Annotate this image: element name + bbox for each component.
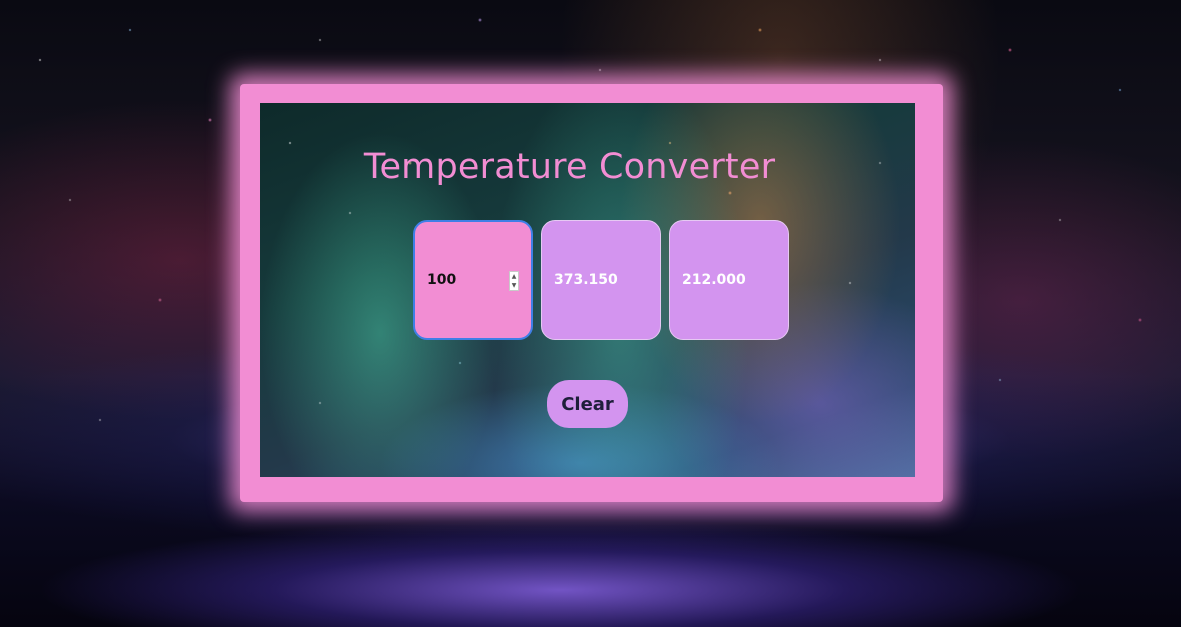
number-spinner[interactable]: ▲ ▼ <box>509 271 519 291</box>
fahrenheit-output[interactable] <box>670 221 788 339</box>
fahrenheit-output-box[interactable] <box>669 220 789 340</box>
clear-button[interactable]: Clear <box>547 380 628 428</box>
converter-card: Temperature Converter ▲ ▼ Clear <box>260 103 915 477</box>
spinner-up-icon[interactable]: ▲ <box>510 272 518 281</box>
page-background: Temperature Converter ▲ ▼ Clear <box>0 0 1181 627</box>
page-title: Temperature Converter <box>363 147 776 187</box>
celsius-input-box[interactable]: ▲ ▼ <box>413 220 533 340</box>
kelvin-output-box[interactable] <box>541 220 661 340</box>
kelvin-output[interactable] <box>542 221 660 339</box>
spinner-down-icon[interactable]: ▼ <box>510 281 518 290</box>
